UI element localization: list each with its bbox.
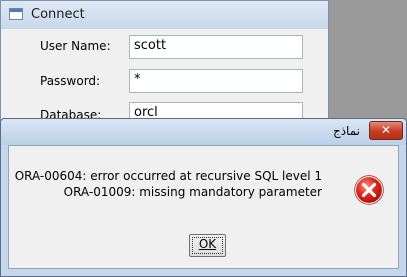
error-line-1: ORA-00604: error occurred at recursive S…: [14, 169, 322, 183]
close-button[interactable]: ✕: [369, 121, 403, 140]
close-icon: ✕: [380, 123, 392, 137]
window-title: Connect: [31, 7, 85, 22]
ok-label: OK: [198, 237, 217, 251]
dialog-body: ORA-00604: error occurred at recursive S…: [8, 145, 399, 269]
dialog-title: نماذج: [332, 124, 360, 138]
connect-window: Connect User Name: scott Password: * Dat…: [0, 0, 329, 130]
dialog-title-bar[interactable]: نماذج ✕: [1, 119, 406, 145]
password-field[interactable]: *: [129, 69, 303, 93]
password-label: Password:: [40, 74, 101, 88]
error-message: ORA-00604: error occurred at recursive S…: [15, 168, 322, 200]
connect-form: User Name: scott Password: * Database: o…: [7, 29, 322, 129]
error-dialog: نماذج ✕ ORA-00604: error occurred at rec…: [0, 118, 407, 277]
username-label: User Name:: [40, 39, 111, 53]
username-field[interactable]: scott: [129, 35, 303, 59]
error-icon: [354, 175, 384, 205]
connect-title-bar[interactable]: Connect: [1, 1, 328, 29]
window-icon: [9, 8, 23, 20]
error-line-2: ORA-01009: missing mandatory parameter: [63, 185, 322, 199]
ok-button[interactable]: OK: [189, 234, 226, 257]
